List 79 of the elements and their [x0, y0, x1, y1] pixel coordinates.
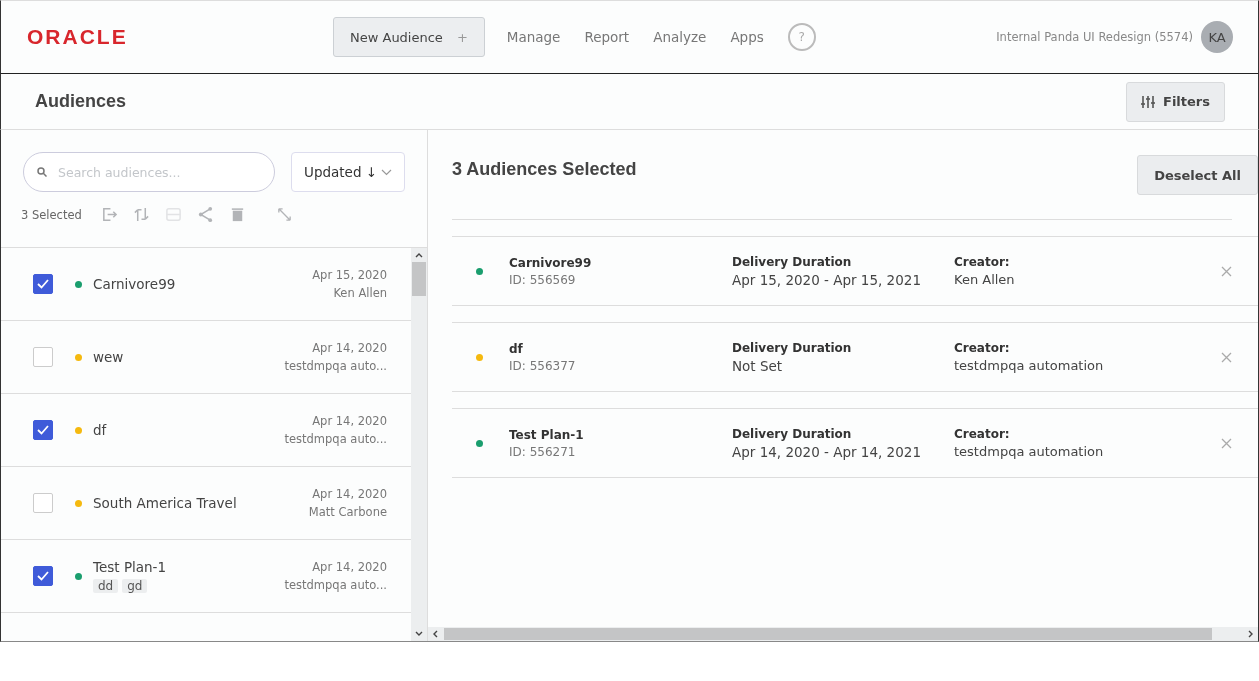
nav-link[interactable]: Analyze: [641, 29, 719, 45]
selection-title: 3 Audiences Selected: [452, 159, 637, 180]
audience-name: Test Plan-1: [509, 427, 585, 442]
avatar[interactable]: KA: [1201, 21, 1233, 53]
tag: dd: [93, 579, 119, 593]
checkbox[interactable]: [33, 274, 53, 294]
close-icon[interactable]: [1221, 265, 1232, 277]
sort-dropdown[interactable]: Updated ↓: [291, 152, 405, 192]
updated-date: Apr 14, 2020: [312, 414, 387, 428]
field-label: Creator:: [954, 255, 1011, 269]
audience-name: df: [93, 422, 107, 438]
audience-id: ID: 556271: [509, 444, 577, 459]
audience-list-item[interactable]: Test Plan-1 dd gd Apr 14, 2020 testdmpqa auto...: [1, 540, 411, 613]
creator-name: Ken Allen: [954, 272, 1016, 287]
scroll-down-icon[interactable]: [415, 631, 423, 637]
checkbox[interactable]: [33, 420, 53, 440]
close-icon[interactable]: [1221, 437, 1232, 449]
tag: gd: [122, 579, 148, 593]
audience-name: Test Plan-1: [93, 559, 167, 575]
audience-name: df: [509, 341, 524, 356]
nav-link[interactable]: Report: [572, 29, 642, 45]
audience-list-item[interactable]: Carnivore99 Apr 15, 2020 Ken Allen: [1, 248, 411, 321]
audience-list-item[interactable]: df Apr 14, 2020 testdmpqa auto...: [1, 394, 411, 467]
checkbox[interactable]: [33, 566, 53, 586]
field-label: Delivery Duration: [732, 426, 853, 441]
scroll-left-icon[interactable]: [432, 630, 438, 638]
sliders-icon: [1141, 94, 1155, 109]
updated-date: Apr 14, 2020: [312, 560, 387, 574]
scroll-right-icon[interactable]: [1248, 630, 1254, 638]
new-audience-button[interactable]: New Audience +: [333, 17, 485, 57]
check-icon: [37, 425, 49, 435]
selected-count: 3 Selected: [21, 207, 82, 222]
nav-link[interactable]: Apps: [718, 29, 776, 45]
field-label: Delivery Duration: [732, 254, 853, 269]
vertical-scrollbar[interactable]: [411, 248, 427, 641]
audience-name: wew: [93, 349, 124, 365]
field-label: Creator:: [954, 341, 1011, 355]
scrollbar-thumb[interactable]: [412, 262, 426, 296]
horizontal-scrollbar[interactable]: [428, 627, 1258, 641]
audience-name: Carnivore99: [93, 276, 176, 292]
sync-icon[interactable]: [132, 206, 150, 223]
page-title: Audiences: [35, 91, 127, 112]
updated-date: Apr 14, 2020: [312, 341, 387, 355]
field-label: Delivery Duration: [732, 340, 853, 355]
audience-list-item[interactable]: South America Travel Apr 14, 2020 Matt Carbone: [1, 467, 411, 540]
expand-icon[interactable]: [275, 206, 293, 223]
creator-name: testdmpqa automation: [954, 444, 1105, 459]
close-icon[interactable]: [1221, 351, 1232, 363]
delivery-duration: Apr 15, 2020 - Apr 15, 2021: [732, 271, 922, 288]
updated-date: Apr 15, 2020: [312, 268, 387, 282]
owner-name: Matt Carbone: [308, 505, 387, 519]
updated-date: Apr 14, 2020: [312, 487, 387, 501]
nav-link[interactable]: Manage: [494, 29, 573, 45]
filters-button[interactable]: Filters: [1126, 81, 1225, 122]
audience-id: ID: 556569: [509, 272, 577, 287]
check-icon: [37, 571, 49, 581]
audience-name: Carnivore99: [509, 255, 593, 270]
export-icon[interactable]: [100, 206, 118, 223]
audience-list-item[interactable]: wew Apr 14, 2020 testdmpqa auto...: [1, 321, 411, 394]
owner-name: testdmpqa auto...: [284, 578, 387, 592]
field-label: Creator:: [954, 427, 1011, 441]
account-name: Internal Panda UI Redesign (5574): [996, 30, 1193, 44]
audience-name: South America Travel: [93, 495, 237, 511]
share-icon[interactable]: [196, 206, 214, 223]
oracle-logo: ORACLE: [27, 25, 128, 48]
delivery-duration: Apr 14, 2020 - Apr 14, 2021: [732, 443, 922, 460]
scroll-up-icon[interactable]: [415, 252, 423, 258]
creator-name: testdmpqa automation: [954, 358, 1105, 373]
check-icon: [37, 279, 49, 289]
owner-name: testdmpqa auto...: [284, 432, 387, 446]
delivery-duration: Not Set: [732, 357, 784, 374]
search-field[interactable]: Search audiences...: [23, 152, 275, 192]
deselect-all-button[interactable]: Deselect All: [1137, 155, 1258, 195]
scrollbar-thumb[interactable]: [444, 628, 1212, 640]
owner-name: Ken Allen: [333, 286, 387, 300]
search-icon: [37, 167, 47, 177]
chevron-down-icon: [381, 168, 392, 176]
owner-name: testdmpqa auto...: [284, 359, 387, 373]
audience-id: ID: 556377: [509, 358, 577, 373]
